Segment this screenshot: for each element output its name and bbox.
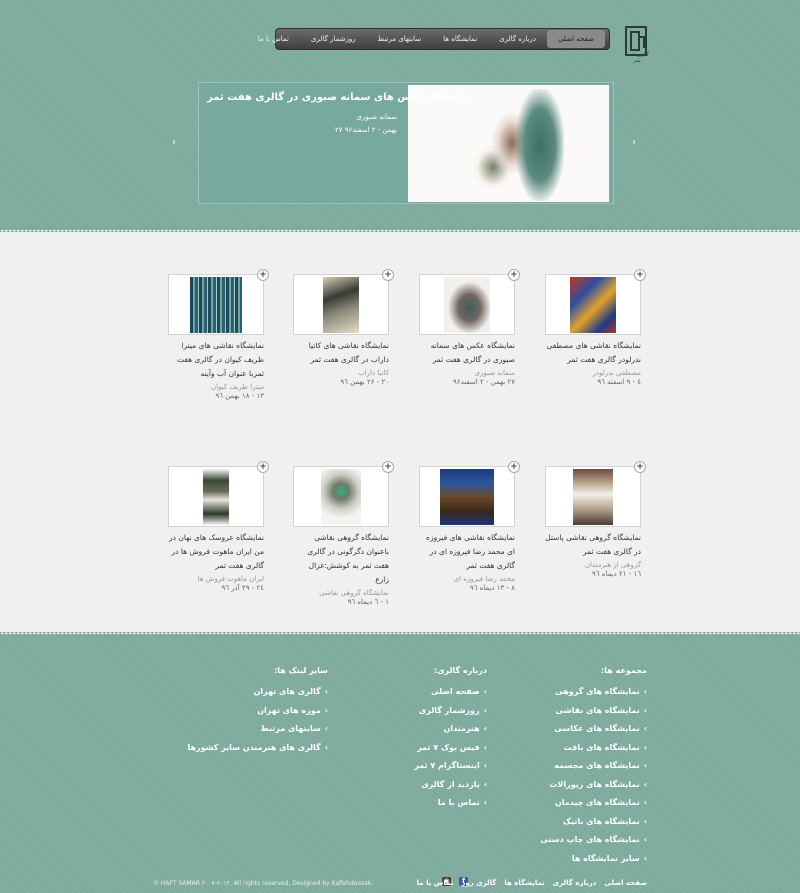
exhibition-artist: مصطفی ندرلودر <box>592 369 641 377</box>
logo-text: گالری هفت ثمر <box>625 52 649 64</box>
exhibition-thumbnail[interactable]: + <box>168 269 269 335</box>
footer-link[interactable]: هنرمندان <box>414 720 487 739</box>
exhibition-title[interactable]: نمایشگاه عروسک های نهان در من ایران ماهو… <box>168 531 264 573</box>
footer-nav-exhibitions[interactable]: نمایشگاه ها <box>504 879 544 887</box>
footer-about: درباره گالری: صفحه اصلی روزشمار گالری هن… <box>414 666 487 813</box>
exhibition-date: ۲٤ - ۲۹ آذر ۹٦ <box>221 584 264 592</box>
exhibition-artist: میترا ظریف کیوان <box>210 383 264 391</box>
nav-calendar[interactable]: روزشمار گالری <box>300 30 367 48</box>
slider-next-icon[interactable]: › <box>632 138 636 148</box>
footer-link[interactable]: اینستاگرام ۷ ثمر <box>414 757 487 776</box>
exhibition-card[interactable]: + نمایشگاه نقاشی های کاتیا داراب در گالر… <box>293 269 394 386</box>
footer-link[interactable]: گالری های هنرمندن سایر کشورها <box>187 739 328 758</box>
footer-link[interactable]: نمایشگاه های زیورالات <box>540 776 647 795</box>
exhibition-date: ۱۳ - ۱۸ بهمن ۹٦ <box>215 392 264 400</box>
footer-about-title: درباره گالری: <box>434 666 487 675</box>
plus-icon[interactable]: + <box>257 461 269 473</box>
footer-collections-title: مجموعه ها: <box>601 666 647 675</box>
nav-home[interactable]: صفحه اصلی <box>546 30 605 48</box>
slider-prev-icon[interactable]: ‹ <box>172 138 176 148</box>
divider <box>0 230 800 234</box>
footer-link[interactable]: نمایشگاه های باتیک <box>540 813 647 832</box>
exhibition-thumbnail[interactable]: + <box>419 461 520 527</box>
plus-icon[interactable]: + <box>508 461 520 473</box>
footer-link[interactable]: نمایشگاه های بافت <box>540 739 647 758</box>
exhibition-title[interactable]: نمایشگاه گروهی نقاشی باعنوان دگرگونی در … <box>293 531 389 587</box>
footer-link[interactable]: سایر نمایشگاه ها <box>540 850 647 869</box>
footer-link[interactable]: سایتهای مرتبط <box>187 720 328 739</box>
exhibition-date: ۱ - ٦ دیماه ۹٦ <box>347 598 389 606</box>
featured-artist: سمانه صبوری <box>356 113 397 121</box>
exhibition-card[interactable]: + نمایشگاه نقاشی های میترا ظریف کیوان در… <box>168 269 269 400</box>
copyright: © HAFT SAMAR ۲۰۰۷-۲۰۱۳, All rights reser… <box>153 880 374 887</box>
exhibition-thumbnail[interactable]: + <box>168 461 269 527</box>
footer-bottom-nav: صفحه اصلی درباره گالری نمایشگاه ها گالری… <box>417 879 647 887</box>
plus-icon[interactable]: + <box>382 269 394 281</box>
footer-nav-gallery-day[interactable]: گالری روز <box>461 879 496 887</box>
exhibition-card[interactable]: + نمایشگاه عکس های سمانه صبوری در گالری … <box>419 269 520 386</box>
featured-slider[interactable]: نمایشگاه عکس های سمانه صبوری در گالری هف… <box>198 82 614 204</box>
exhibition-card[interactable]: + نمایشگاه گروهی نقاشی باعنوان دگرگونی د… <box>293 461 394 606</box>
exhibition-title[interactable]: نمایشگاه نقاشی های میترا ظریف کیوان در گ… <box>168 339 264 381</box>
footer-links-title: سایر لینک ها: <box>274 666 328 675</box>
main-nav: صفحه اصلی درباره گالری نمایشگاه ها سایته… <box>258 28 610 50</box>
exhibition-date: ٤ - ٩ اسفند ٩٦ <box>597 378 641 386</box>
exhibition-thumbnail[interactable]: + <box>293 461 394 527</box>
exhibition-card[interactable]: + نمایشگاه نقاشی های مصطفی ندرلودر گالری… <box>545 269 646 386</box>
footer-link[interactable]: روزشمار گالری <box>414 702 487 721</box>
featured-date: ۲۷ بهمن - ۲ اسفند۹۶ <box>335 126 397 134</box>
exhibition-title[interactable]: نمایشگاه گروهی نقاشی پاستل در گالری هفت … <box>545 531 641 559</box>
plus-icon[interactable]: + <box>634 269 646 281</box>
footer-link[interactable]: نمایشگاه های چاپ دستی <box>540 831 647 850</box>
footer-link[interactable]: نمایشگاه های عکاسی <box>540 720 647 739</box>
footer-link[interactable]: گالری های تهران <box>187 683 328 702</box>
footer-link[interactable]: نمایشگاه های نقاشی <box>540 702 647 721</box>
exhibition-artist: ایران ماهوت فروش ها <box>197 575 264 583</box>
footer-nav-about[interactable]: درباره گالری <box>553 879 597 887</box>
footer-nav-home[interactable]: صفحه اصلی <box>604 879 647 887</box>
plus-icon[interactable]: + <box>634 461 646 473</box>
plus-icon[interactable]: + <box>257 269 269 281</box>
exhibition-date: ۸ - ۱۳ دیماه ۹٦ <box>469 584 515 592</box>
exhibition-date: ۲۰ - ۲۶ بهمن ۹٦ <box>340 378 389 386</box>
footer-link[interactable]: نمایشگاه های چیدمان <box>540 794 647 813</box>
nav-contact[interactable]: تماس با ما <box>247 30 300 48</box>
nav-related-sites[interactable]: سایتهای مرتبط <box>367 30 432 48</box>
exhibition-title[interactable]: نمایشگاه نقاشی های مصطفی ندرلودر گالری ه… <box>545 339 641 367</box>
exhibition-card[interactable]: + نمایشگاه نقاشی های فیروزه ای محمد رضا … <box>419 461 520 592</box>
nav-about[interactable]: درباره گالری <box>488 30 547 48</box>
exhibition-artist: کاتیا داراب <box>358 369 389 377</box>
exhibition-artist: سمانه صبوری <box>474 369 515 377</box>
footer-collections: مجموعه ها: نمایشگاه های گروهی نمایشگاه ه… <box>540 666 647 868</box>
exhibition-thumbnail[interactable]: + <box>293 269 394 335</box>
exhibition-artist: گروهی از هنرمندان <box>584 561 641 569</box>
footer-link[interactable]: نمایشگاه های گروهی <box>540 683 647 702</box>
footer <box>0 634 800 893</box>
footer-link[interactable]: فیس بوک ۷ ثمر <box>414 739 487 758</box>
exhibition-card[interactable]: + نمایشگاه گروهی نقاشی پاستل در گالری هف… <box>545 461 646 578</box>
footer-link[interactable]: تماس با ما <box>414 794 487 813</box>
nav-exhibitions[interactable]: نمایشگاه ها <box>432 30 488 48</box>
exhibition-date: ۲۷ بهمن - ۲ اسفند۹۶ <box>453 378 515 386</box>
exhibition-artist: محمد رضا فیروزه ای <box>453 575 515 583</box>
exhibition-title[interactable]: نمایشگاه نقاشی های فیروزه ای محمد رضا فی… <box>419 531 515 573</box>
footer-link[interactable]: نمایشگاه های مجسمه <box>540 757 647 776</box>
footer-link[interactable]: موزه های تهران <box>187 702 328 721</box>
exhibition-thumbnail[interactable]: + <box>545 269 646 335</box>
plus-icon[interactable]: + <box>508 269 520 281</box>
exhibition-artist: نمایشگاه گروهی نقاشی <box>319 589 389 597</box>
exhibition-card[interactable]: + نمایشگاه عروسک های نهان در من ایران ما… <box>168 461 269 592</box>
exhibition-title[interactable]: نمایشگاه نقاشی های کاتیا داراب در گالری … <box>293 339 389 367</box>
footer-link[interactable]: بازدید از گالری <box>414 776 487 795</box>
footer-nav-contact[interactable]: تماس با ما <box>417 879 454 887</box>
footer-link[interactable]: صفحه اصلی <box>414 683 487 702</box>
exhibition-thumbnail[interactable]: + <box>419 269 520 335</box>
footer-other-links: سایر لینک ها: گالری های تهران موزه های ت… <box>187 666 328 757</box>
exhibition-thumbnail[interactable]: + <box>545 461 646 527</box>
featured-title[interactable]: نمایشگاه عکس های سمانه صبوری در گالری هف… <box>207 92 471 103</box>
exhibition-title[interactable]: نمایشگاه عکس های سمانه صبوری در گالری هف… <box>419 339 515 367</box>
plus-icon[interactable]: + <box>382 461 394 473</box>
exhibition-date: ۱٦ - ۲۱ دیماه ۹٦ <box>592 570 641 578</box>
exhibitions-grid <box>0 232 800 632</box>
